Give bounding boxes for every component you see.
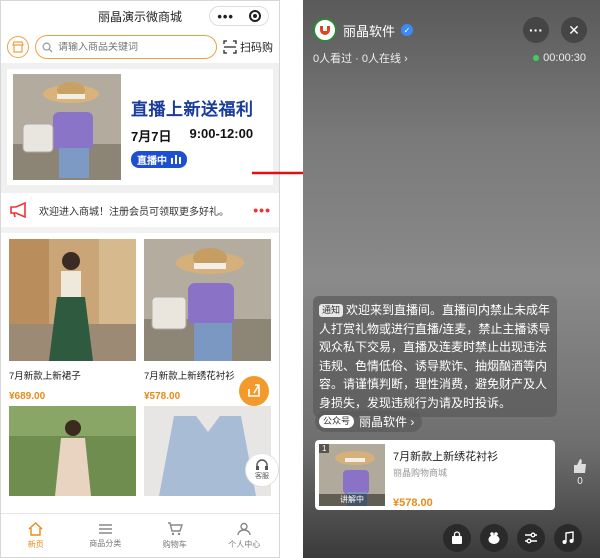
banner-photo <box>13 74 121 180</box>
like-button[interactable]: 0 <box>572 458 588 487</box>
like-count: 0 <box>577 476 583 487</box>
live-product-shop: 丽晶购物商城 <box>393 468 448 478</box>
customer-service-button[interactable]: 客服 <box>245 453 279 487</box>
tab-label: 商品分类 <box>89 538 122 548</box>
close-target-icon[interactable] <box>248 10 261 22</box>
viewer-stats[interactable]: 0人看过 · 0人在线 › <box>313 50 408 66</box>
cart-icon <box>167 521 183 535</box>
home-icon <box>28 521 43 536</box>
product-image <box>144 239 271 361</box>
anchor-info[interactable]: 丽晶软件 ✓ <box>313 18 414 42</box>
tab-cart[interactable]: 购物车 <box>140 514 210 557</box>
product-price: ¥689.00 <box>9 391 46 402</box>
live-product-image: 1 讲解中 <box>319 444 385 506</box>
product-card[interactable]: 7月新款上新裙子 ¥689.00 <box>9 239 136 496</box>
live-room-screen: 丽晶软件 ✓ ··· ✕ 0人看过 · 0人在线 › 00:00:30 通知 欢迎… <box>303 0 600 558</box>
more-dots-icon[interactable]: ••• <box>253 202 271 218</box>
live-timer: 00:00:30 <box>533 52 586 64</box>
banner-time: 9:00-12:00 <box>189 126 254 141</box>
service-label: 客服 <box>255 473 269 480</box>
more-icon[interactable]: ••• <box>217 9 234 24</box>
tab-label: 个人中心 <box>228 539 261 549</box>
announcement: 通知 欢迎来到直播间。直播间内禁止未成年人打赏礼物或进行直播/连麦，禁止主播诱导观… <box>313 296 557 417</box>
tab-label: 新页 <box>27 539 44 549</box>
anchor-name: 丽晶软件 <box>343 23 396 39</box>
nav-bar: 丽晶演示微商城 ••• <box>1 1 279 31</box>
more-options-button[interactable]: ··· <box>523 17 549 43</box>
verified-icon: ✓ <box>401 24 414 36</box>
product-grid: 7月新款上新裙子 ¥689.00 7月新款上新绣花衬衫 ¥578.00 <box>1 233 279 496</box>
live-banner[interactable]: 直播上新送福利 7月7日 9:00-12:00 直播中 <box>1 63 279 193</box>
timer-value: 00:00:30 <box>543 52 586 64</box>
product-image <box>9 239 136 361</box>
official-account-name: 丽晶软件 › <box>359 415 415 429</box>
more-icon: ··· <box>529 22 543 38</box>
scan-label: 扫码购 <box>240 42 273 54</box>
store-icon[interactable] <box>7 36 29 58</box>
explaining-label: 讲解中 <box>319 494 385 506</box>
shopping-bag-icon <box>452 531 462 544</box>
live-product-price: ¥578.00 <box>393 497 433 509</box>
live-bars-icon <box>171 155 181 164</box>
mini-program-capsule[interactable]: ••• <box>209 6 269 26</box>
live-status-badge: 直播中 <box>131 151 187 168</box>
search-input[interactable] <box>58 41 178 53</box>
search-icon <box>42 42 53 53</box>
search-row: 扫码购 <box>1 31 279 63</box>
notice-bar[interactable]: 欢迎进入商城！注册会员可领取更多好礼。 ••• <box>1 193 279 233</box>
search-box[interactable] <box>35 35 217 59</box>
product-image <box>9 406 136 496</box>
menu-icon <box>98 523 112 534</box>
product-index: 1 <box>319 444 330 453</box>
gift-icon <box>488 532 500 544</box>
live-product-card[interactable]: 1 讲解中 7月新款上新绣花衬衫 丽晶购物商城 ¥578.00 <box>315 440 555 510</box>
mall-screen: 丽晶演示微商城 ••• 扫码购 <box>0 0 280 558</box>
announcement-text: 欢迎来到直播间。直播间内禁止未成年人打赏礼物或进行直播/连麦，禁止主播诱导观众私… <box>319 303 551 410</box>
gift-button[interactable] <box>480 524 508 552</box>
headset-icon <box>256 459 268 470</box>
anchor-avatar[interactable] <box>313 18 337 42</box>
shopping-bag-button[interactable] <box>443 524 471 552</box>
banner-date: 7月7日 <box>131 129 172 144</box>
live-badge-label: 直播中 <box>137 156 167 167</box>
tab-home[interactable]: 新页 <box>1 514 71 557</box>
scan-button[interactable]: 扫码购 <box>223 39 273 55</box>
sliders-icon <box>525 532 537 544</box>
official-account-link[interactable]: 公众号 丽晶软件 › <box>315 411 423 432</box>
tab-category[interactable]: 商品分类 <box>71 514 141 557</box>
notice-text: 欢迎进入商城！注册会员可领取更多好礼。 <box>39 206 229 218</box>
scan-icon <box>223 40 237 54</box>
megaphone-icon <box>10 202 26 218</box>
share-icon <box>248 384 260 397</box>
live-dot <box>533 55 540 61</box>
official-account-tag: 公众号 <box>319 415 355 428</box>
tab-label: 购物车 <box>162 539 187 549</box>
close-live-button[interactable]: ✕ <box>561 17 587 43</box>
music-button[interactable] <box>554 524 582 552</box>
share-button[interactable] <box>239 376 269 406</box>
thumbs-up-icon <box>574 459 586 473</box>
music-icon <box>562 531 574 544</box>
settings-button[interactable] <box>517 524 545 552</box>
banner-title: 直播上新送福利 <box>131 100 254 119</box>
nav-title: 丽晶演示微商城 <box>97 9 182 24</box>
live-toolbar <box>443 524 582 552</box>
live-product-title: 7月新款上新绣花衬衫 <box>393 451 499 463</box>
close-icon: ✕ <box>568 21 580 38</box>
tab-bar: 新页 商品分类 购物车 个人中心 <box>1 513 279 557</box>
tab-profile[interactable]: 个人中心 <box>210 514 280 557</box>
product-name: 7月新款上新裙子 <box>9 371 81 382</box>
user-icon <box>237 522 251 535</box>
notice-tag: 通知 <box>319 304 344 317</box>
